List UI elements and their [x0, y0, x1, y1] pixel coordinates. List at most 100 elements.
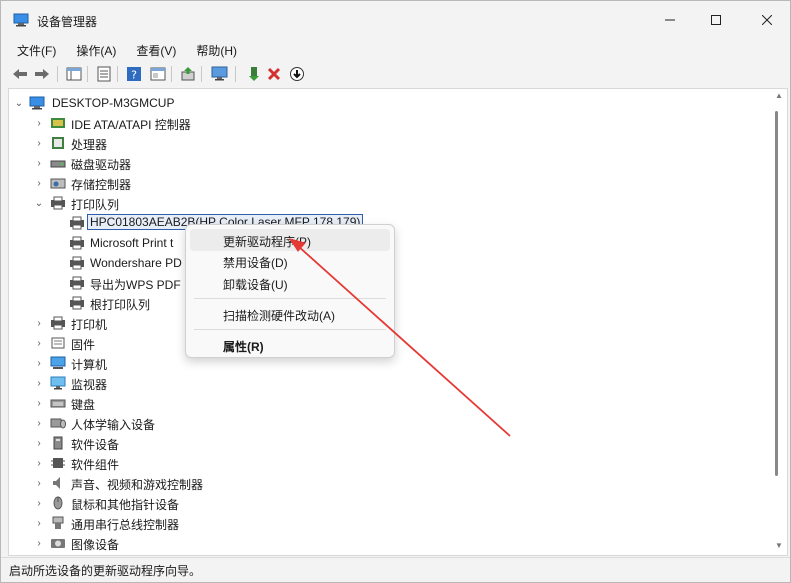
properties-sheet-button[interactable] — [149, 65, 167, 83]
tree-item-label: 图像设备 — [71, 538, 120, 552]
menu-item-disable-device[interactable]: 禁用设备(D) — [190, 250, 390, 272]
printer-icon — [51, 316, 65, 330]
keyboard-icon — [50, 399, 66, 408]
device-manager-window: 设备管理器 文件(F) 操作(A) 查看(V) 帮助(H) ? ▲ ▼ ⌄ DE… — [0, 0, 791, 583]
tree-item-software-device[interactable]: › 软件设备 — [9, 433, 769, 453]
tree-item-keyboard[interactable]: › 键盘 — [9, 393, 769, 413]
tree-item-label: 计算机 — [71, 358, 108, 372]
tree-item-monitor[interactable]: › 监视器 — [9, 373, 769, 393]
title-bar: 设备管理器 — [1, 1, 790, 39]
chevron-down-icon[interactable]: ⌄ — [13, 96, 25, 110]
scroll-down-arrow-icon[interactable]: ▼ — [775, 541, 783, 550]
menu-action[interactable]: 操作(A) — [66, 40, 126, 60]
close-button[interactable] — [744, 1, 790, 39]
enable-device-button[interactable] — [245, 65, 263, 83]
tree-item-label: 存储控制器 — [71, 178, 132, 192]
chevron-right-icon[interactable]: › — [33, 136, 45, 150]
menu-item-label: 更新驱动程序(P) — [223, 235, 311, 249]
toolbar-separator — [201, 66, 202, 82]
menu-item-label: 属性(R) — [223, 340, 264, 354]
status-bar: 启动所选设备的更新驱动程序向导。 — [1, 557, 790, 582]
software-device-icon — [53, 436, 63, 450]
computer-icon — [50, 356, 66, 369]
tree-item-label: Microsoft Print t — [90, 236, 174, 250]
chevron-right-icon[interactable]: › — [33, 336, 45, 350]
tree-item-disk[interactable]: › 磁盘驱动器 — [9, 153, 769, 173]
chevron-down-icon[interactable]: ⌄ — [33, 196, 45, 210]
chevron-right-icon[interactable]: › — [33, 356, 45, 370]
properties-sheet-icon — [150, 67, 166, 81]
chevron-right-icon[interactable]: › — [33, 456, 45, 470]
disable-download-button[interactable] — [288, 65, 306, 83]
menu-item-label: 扫描检测硬件改动(A) — [223, 309, 335, 323]
menu-separator — [194, 298, 386, 299]
printer-icon — [70, 296, 84, 310]
tree-item-print-queue[interactable]: ⌄ 打印队列 — [9, 193, 769, 213]
tree-item-label: 打印队列 — [71, 198, 120, 212]
device-manager-icon — [13, 13, 29, 27]
menu-help[interactable]: 帮助(H) — [186, 40, 247, 60]
chevron-right-icon[interactable]: › — [33, 516, 45, 530]
tree-item-label: 鼠标和其他指针设备 — [71, 498, 180, 512]
back-button[interactable] — [11, 65, 29, 83]
tree-root[interactable]: ⌄ DESKTOP-M3GMCUP — [9, 93, 769, 113]
chevron-right-icon[interactable]: › — [33, 176, 45, 190]
tree-item-mouse[interactable]: › 鼠标和其他指针设备 — [9, 493, 769, 513]
scan-hardware-button[interactable] — [211, 65, 229, 83]
print-queue-icon — [51, 196, 65, 210]
tree-item-processor[interactable]: › 处理器 — [9, 133, 769, 153]
sound-icon — [53, 477, 60, 489]
help-button[interactable]: ? — [125, 65, 143, 83]
tree-item-label: 根打印队列 — [90, 298, 151, 312]
tree-item-label: 导出为WPS PDF — [90, 278, 181, 292]
close-icon — [762, 15, 772, 25]
forward-icon — [35, 69, 49, 79]
chevron-right-icon[interactable]: › — [33, 316, 45, 330]
tree-item-software-component[interactable]: › 软件组件 — [9, 453, 769, 473]
tree-root-label: DESKTOP-M3GMCUP — [52, 96, 175, 110]
properties-icon — [97, 66, 111, 82]
tree-item-storage[interactable]: › 存储控制器 — [9, 173, 769, 193]
device-tree[interactable]: ▲ ▼ ⌄ DESKTOP-M3GMCUP › IDE ATA/ATAPI 控制… — [8, 88, 788, 556]
chevron-right-icon[interactable]: › — [33, 156, 45, 170]
minimize-button[interactable] — [647, 1, 693, 39]
chevron-right-icon[interactable]: › — [33, 116, 45, 130]
maximize-button[interactable] — [693, 1, 739, 39]
tree-item-hid[interactable]: › 人体学输入设备 — [9, 413, 769, 433]
chevron-right-icon[interactable]: › — [33, 376, 45, 390]
printer-icon — [70, 216, 84, 230]
tree-item-sound[interactable]: › 声音、视频和游戏控制器 — [9, 473, 769, 493]
tree-item-label: 键盘 — [71, 398, 96, 412]
menu-item-scan-hardware[interactable]: 扫描检测硬件改动(A) — [190, 303, 390, 325]
forward-button[interactable] — [33, 65, 51, 83]
chevron-right-icon[interactable]: › — [33, 476, 45, 490]
properties-button[interactable] — [95, 65, 113, 83]
chevron-right-icon[interactable]: › — [33, 396, 45, 410]
uninstall-button[interactable] — [265, 65, 283, 83]
menu-item-update-driver[interactable]: 更新驱动程序(P) — [190, 229, 390, 251]
hid-icon — [50, 418, 66, 429]
disable-download-icon — [290, 67, 304, 81]
toolbar-separator — [171, 66, 172, 82]
show-hide-console-tree-button[interactable] — [65, 65, 83, 83]
software-component-icon — [51, 458, 65, 468]
scroll-up-arrow-icon[interactable]: ▲ — [775, 91, 783, 100]
menu-view[interactable]: 查看(V) — [126, 40, 186, 60]
tree-item-camera[interactable]: › 图像设备 — [9, 533, 769, 553]
menu-item-uninstall-device[interactable]: 卸载设备(U) — [190, 272, 390, 294]
svg-text:?: ? — [131, 69, 137, 82]
usb-icon — [52, 516, 64, 529]
menu-separator — [194, 329, 386, 330]
tree-item-usb[interactable]: › 通用串行总线控制器 — [9, 513, 769, 533]
menu-file[interactable]: 文件(F) — [7, 40, 66, 60]
tree-item-ide[interactable]: › IDE ATA/ATAPI 控制器 — [9, 113, 769, 133]
chevron-right-icon[interactable]: › — [33, 416, 45, 430]
chevron-right-icon[interactable]: › — [33, 436, 45, 450]
update-driver-button[interactable] — [179, 65, 197, 83]
toolbar-separator — [235, 66, 236, 82]
menu-item-properties[interactable]: 属性(R) — [190, 334, 390, 356]
chevron-right-icon[interactable]: › — [33, 496, 45, 510]
scrollbar-thumb[interactable] — [775, 111, 778, 476]
chevron-right-icon[interactable]: › — [33, 536, 45, 550]
toolbar-separator — [57, 66, 58, 82]
